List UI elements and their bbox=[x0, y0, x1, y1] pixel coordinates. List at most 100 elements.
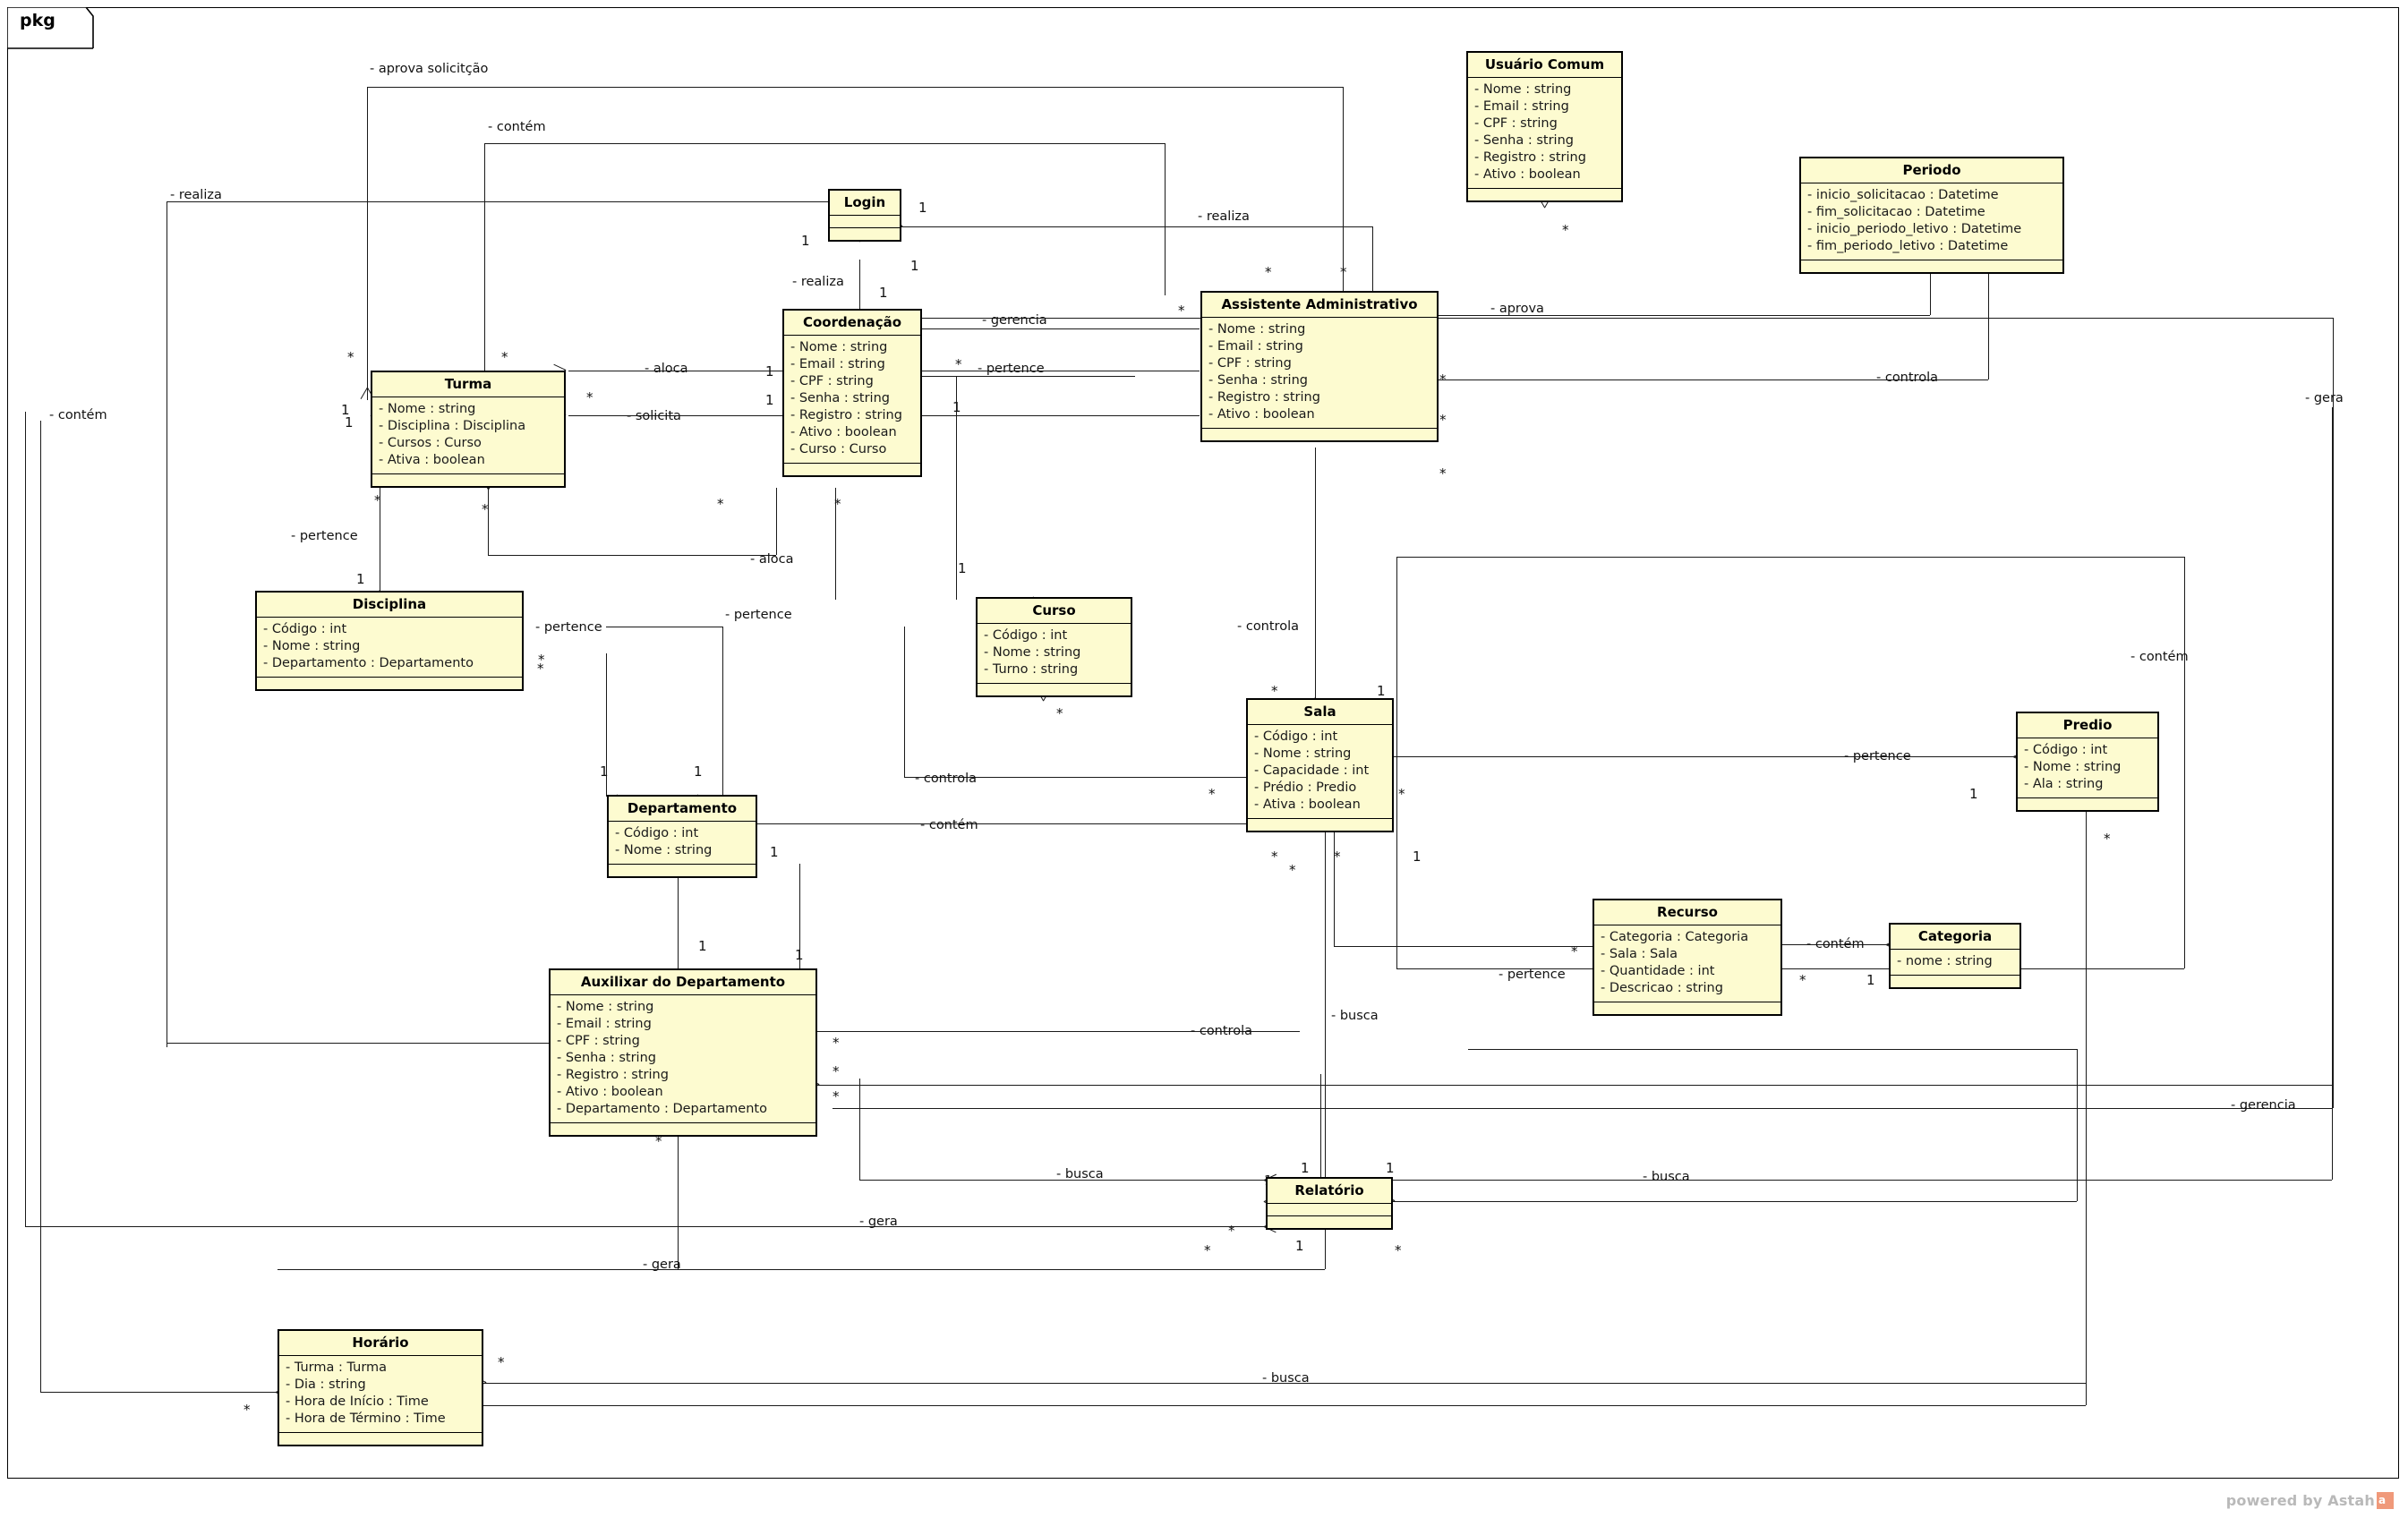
attribute: - Turno : string bbox=[984, 661, 1079, 677]
edge-label: - contém bbox=[2130, 650, 2189, 664]
multiplicity: 1 bbox=[600, 763, 609, 780]
class-operations bbox=[830, 228, 900, 240]
multiplicity: * bbox=[1340, 264, 1347, 280]
edge-label: - contém bbox=[1806, 937, 1865, 951]
class-attributes bbox=[1268, 1204, 1391, 1216]
class-name: Turma bbox=[372, 372, 564, 397]
multiplicity: 1 bbox=[765, 363, 774, 380]
multiplicity: * bbox=[1571, 943, 1578, 959]
attribute: - Senha : string bbox=[1474, 132, 1574, 148]
class-assistente-administrativo[interactable]: Assistente Administrativo - Nome : strin… bbox=[1200, 291, 1439, 443]
attribute: - inicio_solicitacao : Datetime bbox=[1807, 187, 1999, 202]
edge-label: - contém bbox=[488, 120, 546, 134]
edge-label: - pertence bbox=[1844, 749, 1911, 763]
connector-line bbox=[722, 627, 723, 797]
connector-line bbox=[1930, 273, 1931, 315]
class-auxilixar-do-departamento[interactable]: Auxilixar do Departamento - Nome : strin… bbox=[549, 968, 817, 1138]
class-predio[interactable]: Predio - Código : int - Nome : string - … bbox=[2016, 712, 2159, 812]
attribute: - Nome : string bbox=[790, 339, 888, 354]
class-operations bbox=[1468, 189, 1621, 200]
multiplicity: 1 bbox=[765, 392, 774, 408]
attribute: - Nome : string bbox=[984, 644, 1081, 660]
multiplicity: 1 bbox=[795, 947, 804, 963]
connector-line bbox=[488, 555, 776, 556]
class-name: Recurso bbox=[1594, 900, 1780, 925]
class-periodo[interactable]: Periodo - inicio_solicitacao : Datetime … bbox=[1799, 157, 2064, 274]
edge-label: - gera bbox=[859, 1215, 898, 1229]
multiplicity: 1 bbox=[356, 571, 365, 587]
connector-line bbox=[1396, 557, 2184, 558]
edge-label: - gerencia bbox=[2231, 1098, 2296, 1113]
connector-line bbox=[678, 1132, 679, 1269]
edge-label: - busca bbox=[1262, 1371, 1310, 1386]
class-name: Disciplina bbox=[257, 593, 522, 618]
connector-line bbox=[1468, 1049, 2077, 1050]
multiplicity: 1 bbox=[698, 938, 707, 954]
multiplicity: * bbox=[1208, 786, 1216, 802]
connector-line bbox=[367, 87, 368, 400]
multiplicity: * bbox=[1228, 1223, 1235, 1239]
multiplicity: * bbox=[1395, 1242, 1402, 1258]
class-usuario-comum[interactable]: Usuário Comum - Nome : string - Email : … bbox=[1466, 51, 1623, 203]
connector-line bbox=[484, 143, 1165, 144]
class-operations bbox=[1268, 1216, 1391, 1228]
edge-label: - aprova solicitção bbox=[370, 62, 489, 76]
multiplicity: 1 bbox=[918, 200, 927, 216]
connector-line bbox=[1392, 1201, 2077, 1202]
multiplicity: 1 bbox=[1386, 1160, 1395, 1176]
class-operations bbox=[2018, 798, 2157, 810]
connector-line bbox=[1396, 557, 1397, 968]
class-coordenacao[interactable]: Coordenação - Nome : string - Email : st… bbox=[782, 309, 922, 478]
attribute: - Ativo : boolean bbox=[557, 1085, 663, 1100]
class-departamento[interactable]: Departamento - Código : int - Nome : str… bbox=[607, 795, 757, 878]
class-attributes: - Código : int - Nome : string - Capacid… bbox=[1248, 725, 1392, 820]
edge-label: - pertence bbox=[978, 362, 1045, 376]
connector-line bbox=[2184, 557, 2185, 968]
attribute: - CPF : string bbox=[790, 373, 874, 388]
attribute: - Ativa : boolean bbox=[379, 452, 485, 467]
class-horario[interactable]: Horário - Turma : Turma - Dia : string -… bbox=[278, 1329, 483, 1446]
connector-line bbox=[1334, 946, 1593, 947]
class-relatorio[interactable]: Relatório bbox=[1266, 1177, 1393, 1230]
connector-line bbox=[2332, 407, 2333, 1180]
multiplicity: * bbox=[1562, 222, 1569, 238]
edge-label: - gerencia bbox=[982, 313, 1047, 328]
edge-label: - contém bbox=[49, 408, 107, 422]
multiplicity: * bbox=[498, 1354, 505, 1370]
connector-line bbox=[859, 260, 860, 310]
class-login[interactable]: Login bbox=[828, 189, 901, 242]
multiplicity: * bbox=[1398, 786, 1405, 802]
connector-line bbox=[278, 1269, 1325, 1270]
multiplicity: * bbox=[955, 356, 962, 372]
class-recurso[interactable]: Recurso - Categoria : Categoria - Sala :… bbox=[1593, 899, 1782, 1016]
class-attributes: - Nome : string - Email : string - CPF :… bbox=[1202, 318, 1437, 430]
edge-label: - controla bbox=[1876, 371, 1938, 385]
attribute: - Dia : string bbox=[286, 1377, 366, 1392]
edge-label: - controla bbox=[915, 772, 977, 786]
connector-line bbox=[833, 1108, 2333, 1109]
connector-line bbox=[922, 318, 2333, 319]
class-turma[interactable]: Turma - Nome : string - Disciplina : Dis… bbox=[371, 371, 566, 488]
attribute: - Registro : string bbox=[790, 408, 902, 422]
class-attributes: - inicio_solicitacao : Datetime - fim_so… bbox=[1801, 183, 2062, 260]
class-sala[interactable]: Sala - Código : int - Nome : string - Ca… bbox=[1246, 698, 1394, 833]
multiplicity: 1 bbox=[1295, 1238, 1304, 1254]
multiplicity: * bbox=[537, 661, 544, 677]
class-attributes: - Código : int - Nome : string - Departa… bbox=[257, 618, 522, 678]
edge-label: - busca bbox=[1331, 1009, 1379, 1023]
class-curso[interactable]: Curso - Código : int - Nome : string - T… bbox=[976, 597, 1132, 697]
edge-label: - aloca bbox=[750, 552, 794, 567]
attribute: - Nome : string bbox=[379, 401, 476, 416]
edge-label: - aprova bbox=[1490, 302, 1544, 316]
multiplicity: * bbox=[1799, 972, 1806, 988]
class-name: Curso bbox=[978, 599, 1131, 624]
attribute: - Registro : string bbox=[1208, 390, 1320, 405]
attribute: - inicio_periodo_letivo : Datetime bbox=[1807, 221, 2022, 236]
connector-line bbox=[167, 201, 829, 202]
attribute: - Prédio : Predio bbox=[1254, 780, 1357, 795]
multiplicity: * bbox=[1439, 412, 1447, 428]
attribute: - Nome : string bbox=[2024, 759, 2122, 774]
edge-label: - realiza bbox=[170, 188, 222, 202]
class-categoria[interactable]: Categoria - nome : string bbox=[1889, 923, 2021, 989]
class-disciplina[interactable]: Disciplina - Código : int - Nome : strin… bbox=[255, 591, 524, 691]
